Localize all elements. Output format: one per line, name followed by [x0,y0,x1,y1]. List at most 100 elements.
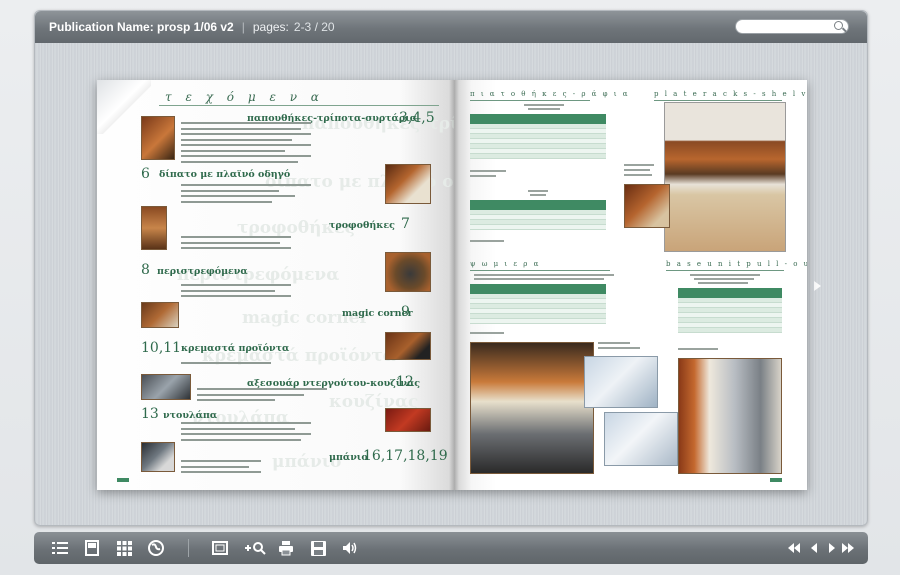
entry-description [181,236,291,253]
section-rule [666,270,784,271]
toc-entry-title[interactable]: περιστρεφόμενα [157,266,248,277]
section-rule [654,100,782,101]
thumbnail-shoe-rack[interactable] [141,116,175,160]
toc-title: τ ε χ ό μ ε ν α [165,90,324,104]
table-caption [528,108,560,110]
spec-table-shelf [470,200,606,230]
toc-entry-number[interactable]: 10,11 [141,340,181,356]
toc-entry-number[interactable]: 6 [141,166,150,182]
photo-caption [624,169,650,171]
table-note [470,240,504,242]
save-icon[interactable] [310,540,326,556]
toolbar-divider [188,539,189,557]
thumbnail-pantry[interactable] [141,206,167,250]
list-icon[interactable] [52,540,68,556]
thumbnail-rotating[interactable] [385,252,431,292]
speaker-icon[interactable] [342,540,358,556]
search-icon[interactable] [834,21,843,30]
toc-entry-title[interactable]: ντουλάπα [163,410,217,421]
next-page-arrow-icon[interactable] [814,281,821,291]
spec-table-pull-out [678,288,782,333]
table-header [470,200,606,210]
book-spread: τ ε χ ό μ ε ν α παπουθήκες-τρίποτα δίπατ… [97,80,807,490]
table-caption [528,190,548,192]
table-note [470,175,496,177]
thumbnail-bathroom[interactable] [141,442,175,472]
left-page[interactable]: τ ε χ ό μ ε ν α παπουθήκες-τρίποτα δίπατ… [97,80,454,490]
table-header [678,288,782,298]
toc-entry-number[interactable]: 3,4,5 [399,110,435,126]
photo-caption [598,347,640,349]
toc-entry-number[interactable]: 8 [141,262,150,278]
zoom-in-icon[interactable] [244,540,266,556]
bottom-toolbar [34,532,868,564]
photo-caption [624,164,654,166]
entry-description [181,122,311,166]
thumbnail-magic-corner[interactable] [141,302,179,328]
last-page-icon[interactable] [840,540,856,556]
toc-entry-title[interactable]: μπάνιο [329,452,368,463]
toc-entry-number[interactable]: 7 [401,216,410,232]
thumbnail-side-guide[interactable] [385,164,431,204]
thumbnail-wardrobe[interactable] [385,408,431,432]
photo-wire-basket[interactable] [584,356,658,408]
search-input[interactable] [735,19,849,34]
table-note [470,332,504,334]
toc-entry-number[interactable]: 9 [401,304,410,320]
globe-icon[interactable] [148,540,164,556]
thumbnails-icon[interactable] [116,540,132,556]
table-header [470,284,606,294]
toc-entry-title[interactable]: τροφοθήκες [329,220,395,231]
photo-caption [598,342,630,344]
entry-description [181,460,261,477]
page-number-marker [770,478,782,482]
photo-caption [624,174,652,176]
page-number-marker [117,478,129,482]
previous-page-icon[interactable] [806,540,822,556]
table-row [470,225,606,230]
single-page-icon[interactable] [84,540,100,556]
toc-title-rule [159,105,439,106]
photo-rack-detail[interactable] [624,184,670,228]
thumbnail-hanging[interactable] [385,332,431,360]
photo-bread-basket[interactable] [470,342,594,474]
first-page-icon[interactable] [786,540,802,556]
table-header [470,114,606,124]
next-page-icon[interactable] [824,540,840,556]
toc-entry-title[interactable]: κρεμαστά προϊόντα [181,343,289,354]
top-bar: Publication Name: prosp 1/06 v2 | pages:… [35,11,867,43]
toc-entry-number[interactable]: 12 [396,374,414,390]
photo-base-pull-out[interactable] [678,358,782,474]
table-note [678,348,718,350]
spec-table-bread [470,284,606,324]
table-note [470,170,506,172]
spec-table-plate-rack [470,114,606,159]
table-row [470,154,606,159]
entry-description [181,184,311,206]
right-page[interactable]: π ι α τ ο θ ή κ ε ς - ρ ά φ ι α p l a t … [454,80,807,490]
fullscreen-icon[interactable] [212,540,228,556]
toc-entry-title[interactable]: δίπατο με πλαϊνό οδηγό [159,169,290,180]
print-icon[interactable] [278,540,294,556]
photo-wire-basket-2[interactable] [604,412,678,466]
separator: | [241,20,245,34]
toc-entry-number[interactable]: 13 [141,406,159,422]
table-row [678,328,782,333]
section-heading: π ι α τ ο θ ή κ ε ς - ρ ά φ ι α [470,90,630,98]
table-caption [474,274,614,276]
section-heading: ψ ω μ ι ε ρ α [470,260,541,268]
entry-description [181,362,271,368]
publication-name: Publication Name: prosp 1/06 v2 [49,20,234,34]
toc-entry-number[interactable]: 16,17,18,19 [363,448,448,464]
table-row [470,319,606,324]
entry-description [181,284,291,301]
table-caption [698,282,748,284]
pages-label: pages: [252,20,289,34]
section-rule [470,100,590,101]
photo-plate-rack[interactable] [664,102,786,252]
entry-description [197,388,327,405]
table-caption [530,194,546,196]
thumbnail-kitchen-accessories[interactable] [141,374,191,400]
pages-value: 2-3 / 20 [293,20,335,34]
section-heading: b a s e u n i t p u l l - o u t [666,260,807,268]
